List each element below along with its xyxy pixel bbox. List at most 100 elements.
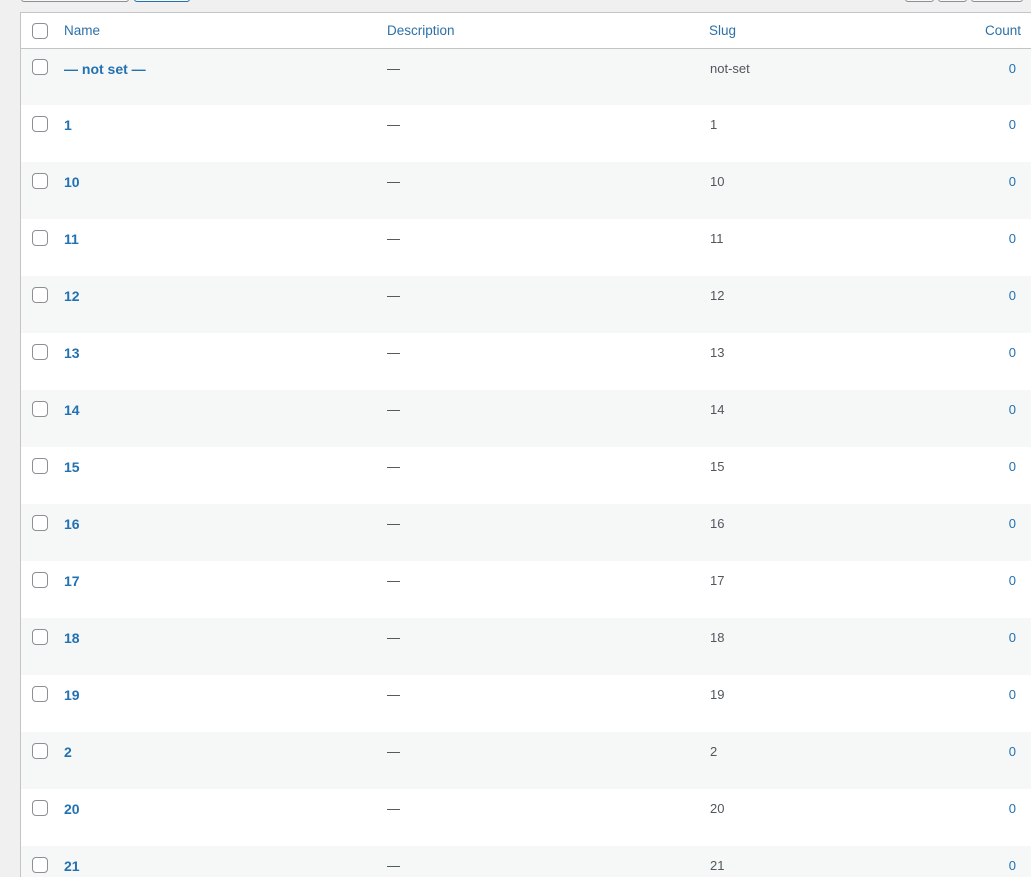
row-checkbox[interactable]: [32, 286, 48, 303]
row-checkbox[interactable]: [32, 799, 48, 816]
term-name-link[interactable]: 17: [64, 573, 80, 589]
first-page-button[interactable]: [905, 0, 934, 2]
table-body: — not set — — not-set 0 1—1 0 10—10 0 11—11 0 12—1…: [21, 48, 1031, 877]
slug-cell: 12: [710, 288, 725, 303]
column-header-slug[interactable]: Slug: [704, 13, 964, 49]
term-count-link[interactable]: 0: [1009, 231, 1016, 246]
name-cell: 20: [59, 789, 382, 846]
term-name-link[interactable]: 14: [64, 402, 80, 418]
select-all-checkbox[interactable]: [32, 22, 48, 39]
term-count-link[interactable]: 0: [1009, 858, 1016, 873]
term-count-link[interactable]: 0: [1009, 516, 1016, 531]
slug-cell: 10: [710, 174, 725, 189]
term-count-link[interactable]: 0: [1009, 459, 1016, 474]
count-cell: 0: [964, 105, 1031, 162]
slug-cell: 2: [710, 744, 718, 759]
name-cell: 15: [59, 447, 382, 504]
row-select-cell: [21, 162, 59, 219]
term-name-link[interactable]: 15: [64, 459, 80, 475]
row-select-cell: [21, 504, 59, 561]
row-select-cell: [21, 732, 59, 789]
table-row: 14 — 14 0: [21, 390, 1031, 447]
term-name-link[interactable]: 19: [64, 687, 80, 703]
count-cell: 0: [964, 333, 1031, 390]
row-checkbox[interactable]: [32, 115, 48, 132]
name-cell: 14: [59, 390, 382, 447]
term-name-link[interactable]: 18: [64, 630, 80, 646]
row-checkbox[interactable]: [32, 400, 48, 417]
term-count-link[interactable]: 0: [1009, 345, 1016, 360]
term-name-link[interactable]: 1: [64, 117, 72, 133]
row-select-cell: [21, 675, 59, 732]
row-checkbox[interactable]: [32, 172, 48, 189]
table-row: 11 — 11 0: [21, 219, 1031, 276]
table-row: 21 — 21 0: [21, 846, 1031, 877]
column-header-description[interactable]: Description: [382, 13, 704, 49]
row-select-cell: [21, 276, 59, 333]
name-cell: 21: [59, 846, 382, 877]
name-cell: 2: [59, 732, 382, 789]
description-cell: —: [387, 60, 400, 76]
term-count-link[interactable]: 0: [1009, 174, 1016, 189]
description-cell: —: [387, 288, 400, 303]
table-row: 18 — 18 0: [21, 618, 1031, 675]
row-checkbox[interactable]: [32, 514, 48, 531]
term-count-link[interactable]: 0: [1009, 630, 1016, 645]
apply-button[interactable]: [134, 0, 190, 2]
row-select-cell: [21, 846, 59, 877]
count-cell: 0: [964, 732, 1031, 789]
term-count-link[interactable]: 0: [1009, 288, 1016, 303]
row-checkbox[interactable]: [32, 856, 48, 873]
count-cell: 0: [964, 447, 1031, 504]
term-name-link[interactable]: 20: [64, 801, 80, 817]
name-cell: 17: [59, 561, 382, 618]
row-checkbox[interactable]: [32, 628, 48, 645]
row-checkbox[interactable]: [32, 229, 48, 246]
row-checkbox[interactable]: [32, 457, 48, 474]
row-select-cell: [21, 105, 59, 162]
row-select-cell: [21, 618, 59, 675]
term-count-link[interactable]: 0: [1009, 801, 1016, 816]
term-name-link[interactable]: — not set —: [64, 61, 146, 77]
bulk-actions-select[interactable]: [21, 0, 129, 2]
description-cell: —: [387, 744, 400, 759]
column-header-name[interactable]: Name: [59, 13, 382, 49]
term-name-link[interactable]: 13: [64, 345, 80, 361]
term-count-link[interactable]: 0: [1009, 687, 1016, 702]
row-checkbox[interactable]: [32, 742, 48, 759]
description-cell: —: [387, 402, 400, 417]
term-name-link[interactable]: 2: [64, 744, 72, 760]
table-row: 16 — 16 0: [21, 504, 1031, 561]
name-cell: 11: [59, 219, 382, 276]
slug-cell: 13: [710, 345, 725, 360]
term-name-link[interactable]: 12: [64, 288, 80, 304]
name-cell: 19: [59, 675, 382, 732]
row-select-cell: [21, 789, 59, 846]
term-count-link[interactable]: 0: [1009, 573, 1016, 588]
term-count-link[interactable]: 0: [1009, 402, 1016, 417]
row-checkbox[interactable]: [32, 685, 48, 702]
slug-cell: 1: [710, 117, 718, 132]
term-name-link[interactable]: 11: [64, 231, 79, 247]
slug-cell: 20: [710, 801, 725, 816]
count-cell: 0: [964, 219, 1031, 276]
row-checkbox[interactable]: [32, 571, 48, 588]
term-count-link[interactable]: 0: [1009, 744, 1016, 759]
slug-cell: 21: [710, 858, 725, 873]
table-row: 12 — 12 0: [21, 276, 1031, 333]
description-cell: —: [387, 516, 400, 531]
term-count-link[interactable]: 0: [1009, 61, 1016, 76]
previous-page-button[interactable]: [938, 0, 967, 2]
description-cell: —: [387, 687, 400, 702]
name-cell: 12: [59, 276, 382, 333]
term-name-link[interactable]: 10: [64, 174, 80, 190]
row-checkbox[interactable]: [32, 343, 48, 360]
current-page-input[interactable]: [971, 0, 1023, 2]
term-name-link[interactable]: 16: [64, 516, 80, 532]
row-checkbox[interactable]: [32, 59, 48, 76]
description-cell: —: [387, 117, 400, 132]
column-header-count[interactable]: Count: [964, 13, 1031, 49]
term-count-link[interactable]: 0: [1009, 117, 1016, 132]
term-name-link[interactable]: 21: [64, 858, 80, 874]
name-cell: 18: [59, 618, 382, 675]
